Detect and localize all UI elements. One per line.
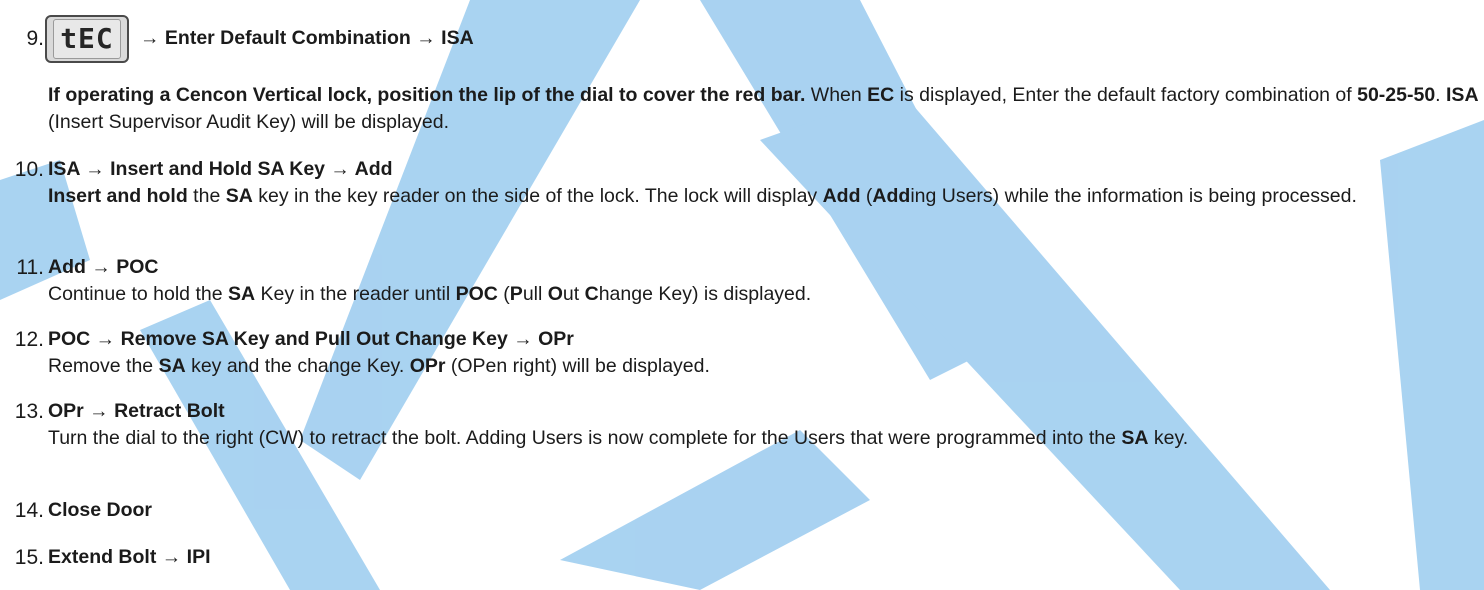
step-number: 15. (14, 546, 44, 569)
step-number: 11. (16, 256, 44, 279)
step-heading: Add → POC (48, 256, 159, 278)
step-number: 12. (14, 328, 44, 351)
lcd-text: tEC (53, 19, 121, 59)
step-body: Insert and hold the SA key in the key re… (48, 185, 1357, 207)
step-heading: OPr → Retract Bolt (48, 400, 225, 422)
step-number: 9. (26, 27, 44, 50)
step-heading: POC → Remove SA Key and Pull Out Change … (48, 328, 574, 350)
step-number: 10. (14, 158, 44, 181)
step-body: Continue to hold the SA Key in the reade… (48, 283, 812, 305)
step-body: Remove the SA key and the change Key. OP… (48, 355, 710, 377)
lcd-display-icon: tEC (45, 15, 129, 63)
step-number: 13. (14, 400, 44, 423)
step-heading: Extend Bolt → IPI (48, 546, 211, 568)
step-body: Turn the dial to the right (CW) to retra… (48, 427, 1189, 449)
step-heading: ISA → Insert and Hold SA Key → Add (48, 158, 393, 180)
step-heading: Close Door (48, 499, 153, 521)
step-body: If operating a Cencon Vertical lock, pos… (48, 84, 1479, 133)
step-heading: → Enter Default Combination → ISA (140, 27, 474, 49)
step-number: 14. (14, 499, 44, 522)
